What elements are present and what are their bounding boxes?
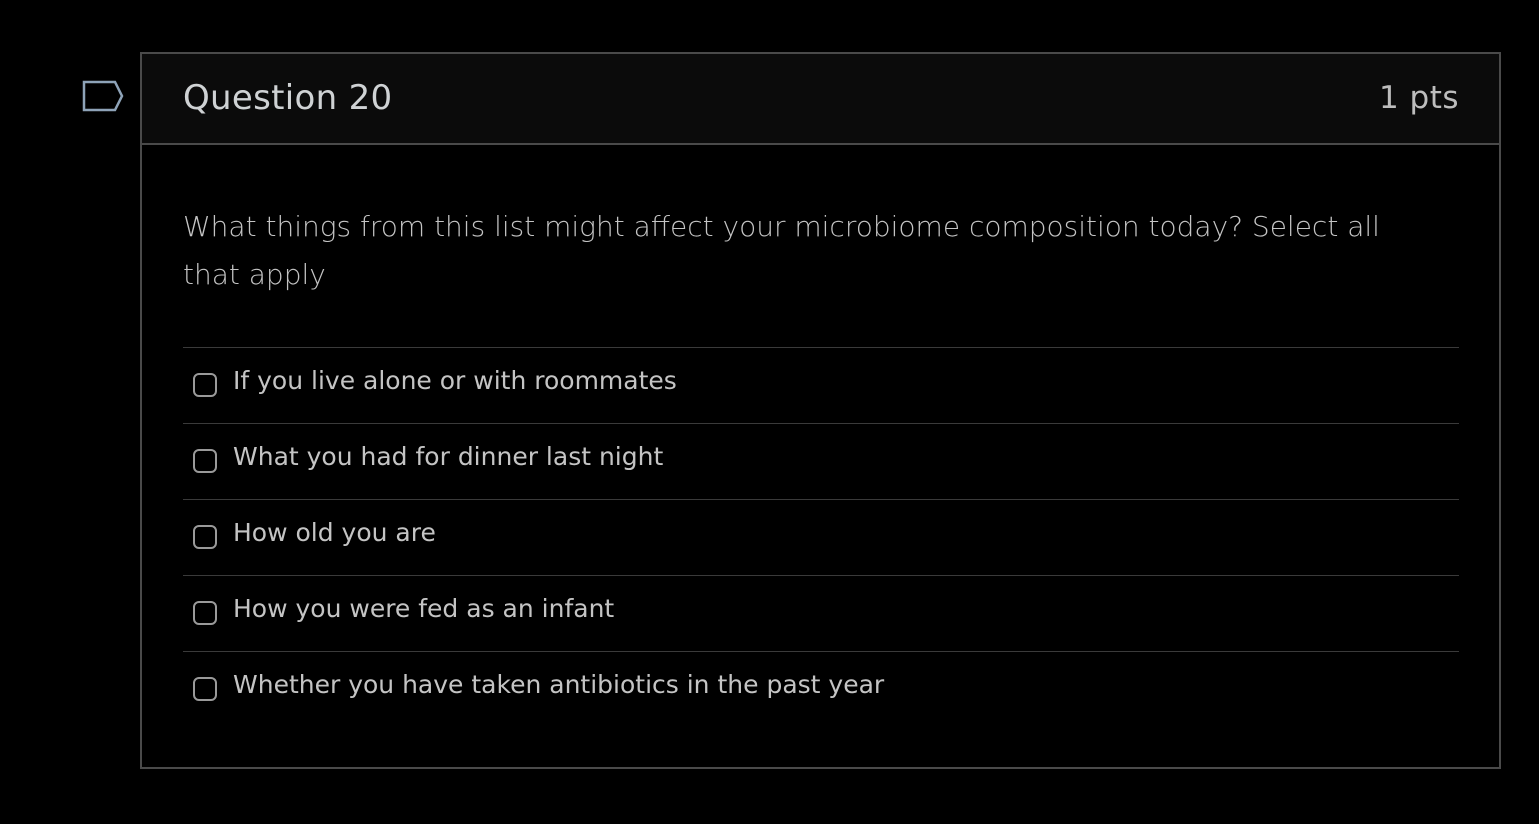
question-text: What things from this list might affect …: [183, 210, 1380, 291]
answer-label[interactable]: If you live alone or with roommates: [233, 366, 677, 395]
answer-label[interactable]: Whether you have taken antibiotics in th…: [233, 670, 884, 699]
flag-question-icon[interactable]: [82, 80, 124, 114]
answer-option[interactable]: What you had for dinner last night: [183, 423, 1459, 499]
answer-label[interactable]: What you had for dinner last night: [233, 442, 663, 471]
answer-checkbox[interactable]: [193, 677, 217, 701]
answer-checkbox[interactable]: [193, 601, 217, 625]
question-card: Question 20 1 pts What things from this …: [140, 52, 1501, 769]
answer-list: If you live alone or with roommates What…: [183, 347, 1459, 727]
question-points: 1 pts: [1378, 80, 1459, 116]
question-header: Question 20 1 pts: [142, 54, 1499, 145]
answer-label[interactable]: How you were fed as an infant: [233, 594, 614, 623]
answer-option[interactable]: How you were fed as an infant: [183, 575, 1459, 651]
answer-checkbox[interactable]: [193, 449, 217, 473]
answer-label[interactable]: How old you are: [233, 518, 436, 547]
answer-option[interactable]: If you live alone or with roommates: [183, 347, 1459, 423]
answer-option[interactable]: Whether you have taken antibiotics in th…: [183, 651, 1459, 727]
answer-checkbox[interactable]: [193, 525, 217, 549]
question-title: Question 20: [183, 78, 393, 118]
answer-checkbox[interactable]: [193, 373, 217, 397]
answer-option[interactable]: How old you are: [183, 499, 1459, 575]
